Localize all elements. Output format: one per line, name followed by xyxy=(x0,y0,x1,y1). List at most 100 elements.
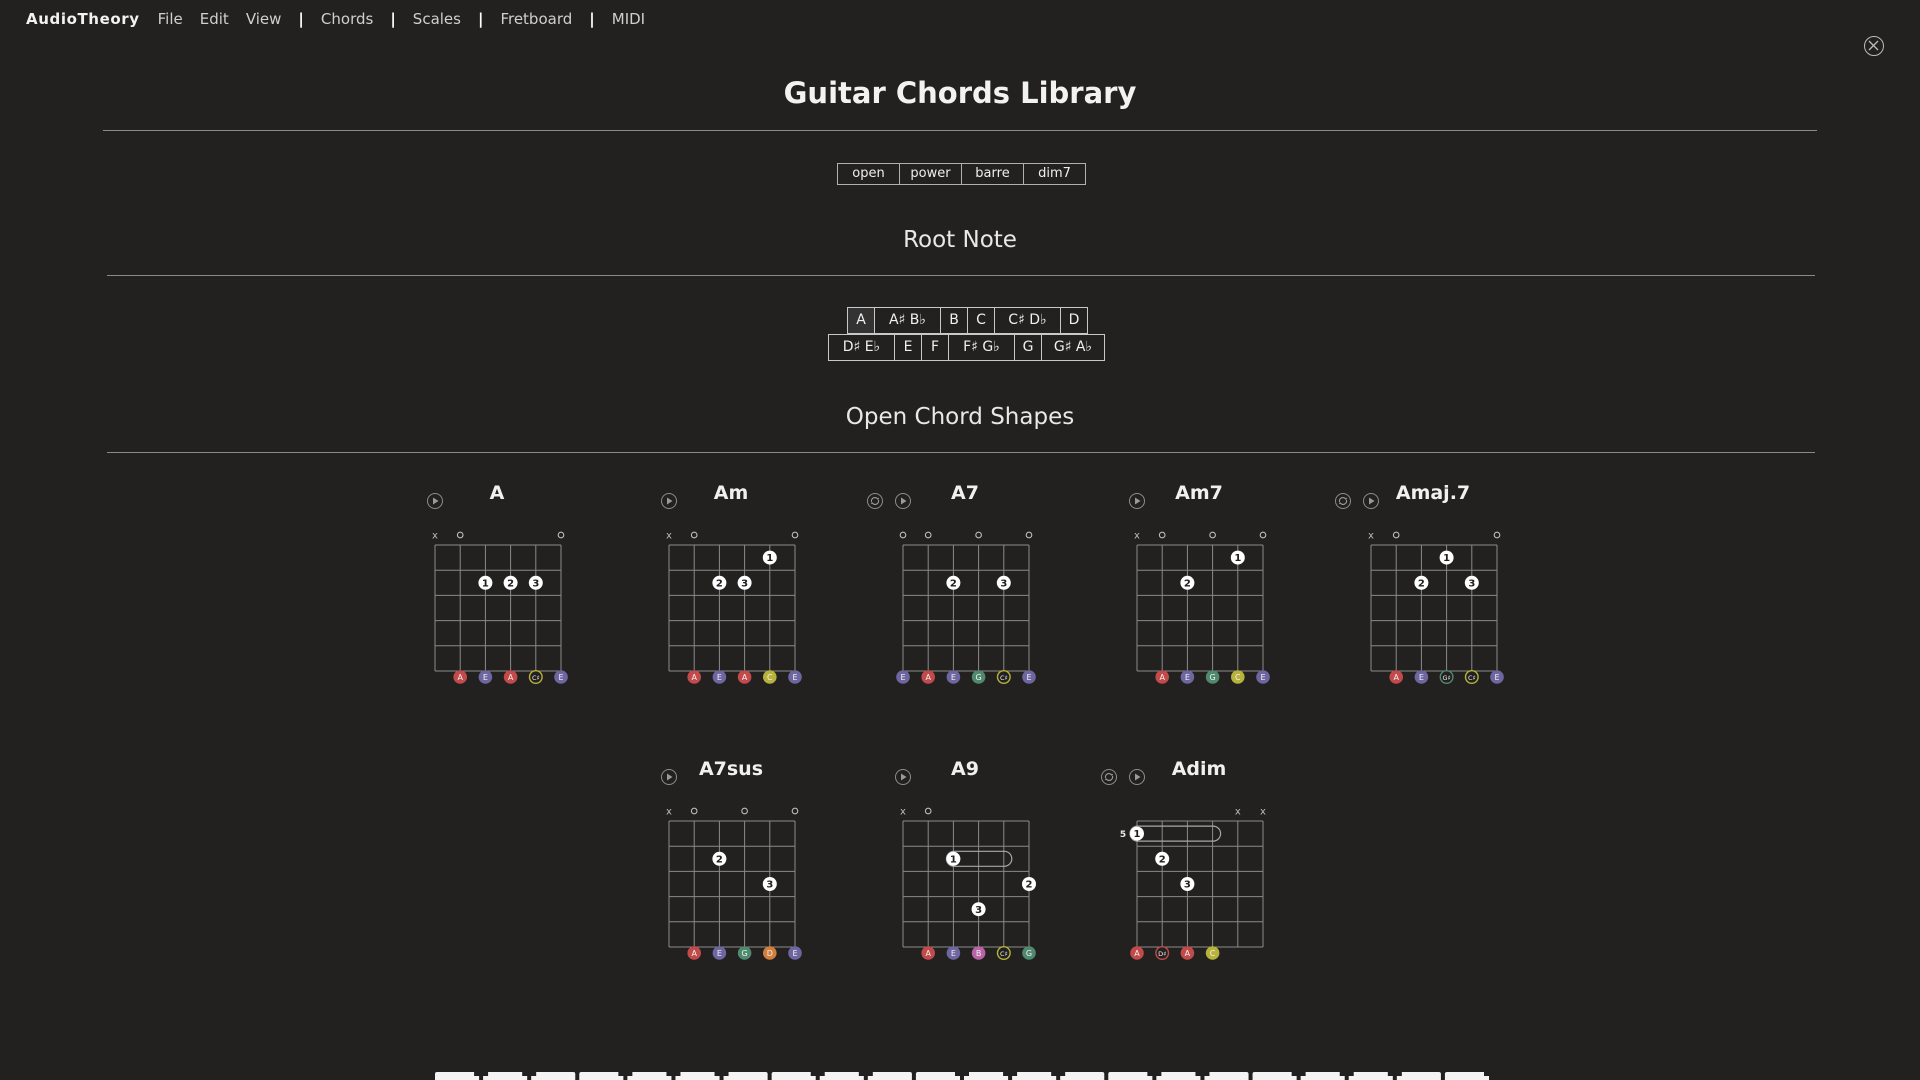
root-note-a-sharp[interactable]: A♯ B♭ xyxy=(875,308,941,333)
root-note-c-sharp[interactable]: C♯ D♭ xyxy=(995,308,1061,333)
svg-text:G: G xyxy=(975,673,981,682)
svg-text:E: E xyxy=(717,949,722,958)
chord-card-a[interactable]: Ax 1 2 3 A E A C♯ E xyxy=(397,482,597,695)
svg-text:3: 3 xyxy=(1000,578,1007,589)
svg-text:3: 3 xyxy=(1184,880,1191,891)
svg-text:G: G xyxy=(741,949,747,958)
menu-bar: AudioTheory File Edit View | Chords | Scales | F… xyxy=(26,8,662,30)
root-note-c[interactable]: C xyxy=(968,308,995,333)
svg-text:2: 2 xyxy=(1159,854,1166,865)
svg-text:2: 2 xyxy=(1184,578,1191,589)
svg-text:A: A xyxy=(1393,673,1399,682)
svg-text:A: A xyxy=(508,673,514,682)
root-note-heading: Root Note xyxy=(903,227,1017,253)
svg-text:E: E xyxy=(1185,673,1190,682)
tab-power[interactable]: power xyxy=(900,164,962,184)
root-note-g-sharp[interactable]: G♯ A♭ xyxy=(1042,335,1104,360)
svg-text:x: x xyxy=(666,531,672,542)
svg-text:5: 5 xyxy=(1120,830,1126,840)
svg-text:E: E xyxy=(951,949,956,958)
svg-text:1: 1 xyxy=(1234,553,1241,564)
page-title: Guitar Chords Library xyxy=(783,76,1137,110)
svg-text:A: A xyxy=(691,949,697,958)
menu-item-chords[interactable]: Chords xyxy=(321,10,373,28)
chord-card-a7sus[interactable]: A7sus x 2 3 A E G D E xyxy=(631,758,831,971)
shape-type-tabs: open power barre dim7 xyxy=(837,163,1086,185)
svg-text:2: 2 xyxy=(1026,880,1033,891)
svg-text:2: 2 xyxy=(716,578,723,589)
fretboard-diagram: 2 3 E A E G C♯ E xyxy=(896,531,1036,684)
chord-shapes-heading: Open Chord Shapes xyxy=(845,404,1075,430)
root-note-d[interactable]: D xyxy=(1061,308,1087,333)
menu-separator: | xyxy=(477,10,484,28)
svg-text:B: B xyxy=(976,949,982,958)
svg-text:1: 1 xyxy=(1134,829,1141,840)
svg-text:E: E xyxy=(792,949,797,958)
fretboard-diagram: x 1 2 3 A E B C♯ G xyxy=(900,807,1036,960)
fretboard-diagram: x 2 3 A E G D E xyxy=(666,807,802,960)
menu-separator: | xyxy=(390,10,396,28)
chord-card-amaj7[interactable]: Amaj.7 x 2 1 3 A E G♯ C♯ E xyxy=(1333,482,1533,695)
fretboard-diagram: x 2 1 3 A E G♯ C♯ E xyxy=(1368,531,1504,684)
fretboard-diagram: x 2 1 A E G C E xyxy=(1134,531,1270,684)
svg-text:A: A xyxy=(1185,949,1191,958)
tab-dim7[interactable]: dim7 xyxy=(1024,164,1085,184)
svg-text:A: A xyxy=(457,673,463,682)
chord-card-a9[interactable]: A9 x 1 2 3 A E B C♯ G xyxy=(865,758,1065,971)
svg-text:E: E xyxy=(717,673,722,682)
svg-text:C♯: C♯ xyxy=(1000,674,1008,682)
svg-text:1: 1 xyxy=(766,553,773,564)
chord-card-adim[interactable]: Adim x x 5 1 2 3 A D♯ A C xyxy=(1099,758,1299,971)
svg-text:A: A xyxy=(925,949,931,958)
svg-text:E: E xyxy=(1260,673,1265,682)
root-note-b[interactable]: B xyxy=(941,308,968,333)
svg-text:A: A xyxy=(925,673,931,682)
chord-card-am[interactable]: Am x 2 3 1 A E A C E xyxy=(631,482,831,695)
svg-text:x: x xyxy=(666,807,672,818)
chord-shapes-divider xyxy=(107,452,1815,453)
svg-text:x: x xyxy=(432,531,438,542)
menu-item-fretboard[interactable]: Fretboard xyxy=(500,10,572,28)
svg-text:E: E xyxy=(1026,673,1031,682)
chord-card-am7[interactable]: Am7 x 2 1 A E G C E xyxy=(1099,482,1299,695)
svg-text:2: 2 xyxy=(716,854,723,865)
svg-text:2: 2 xyxy=(950,578,957,589)
tab-barre[interactable]: barre xyxy=(962,164,1024,184)
menu-item-scales[interactable]: Scales xyxy=(413,10,461,28)
svg-text:E: E xyxy=(792,673,797,682)
svg-text:G♯: G♯ xyxy=(1443,674,1451,682)
menu-separator: | xyxy=(298,10,304,28)
svg-text:C: C xyxy=(1210,949,1216,958)
fretboard-diagram: x 2 3 1 A E A C E xyxy=(666,531,802,684)
tab-open[interactable]: open xyxy=(838,164,900,184)
svg-text:3: 3 xyxy=(975,905,982,916)
svg-text:C♯: C♯ xyxy=(1000,950,1008,958)
svg-text:3: 3 xyxy=(532,578,539,589)
menu-item-file[interactable]: File xyxy=(158,10,183,28)
root-note-e[interactable]: E xyxy=(895,335,922,360)
root-note-f-sharp[interactable]: F♯ G♭ xyxy=(949,335,1015,360)
menu-item-edit[interactable]: Edit xyxy=(200,10,229,28)
menu-item-midi[interactable]: MIDI xyxy=(612,10,645,28)
menu-separator: | xyxy=(589,10,595,28)
svg-text:G: G xyxy=(1209,673,1215,682)
fretboard-diagram: x x 5 1 2 3 A D♯ A C xyxy=(1120,807,1266,960)
svg-text:A: A xyxy=(1134,949,1140,958)
root-note-divider xyxy=(107,275,1815,276)
root-note-row-2: D♯ E♭ E F F♯ G♭ G G♯ A♭ xyxy=(828,334,1105,361)
root-note-g[interactable]: G xyxy=(1015,335,1042,360)
root-note-d-sharp[interactable]: D♯ E♭ xyxy=(829,335,895,360)
svg-text:3: 3 xyxy=(766,880,773,891)
root-note-a[interactable]: A xyxy=(848,308,875,333)
chord-card-a7[interactable]: A7 2 3 E A E G C♯ E xyxy=(865,482,1065,695)
svg-text:G: G xyxy=(1026,949,1032,958)
root-note-f[interactable]: F xyxy=(922,335,949,360)
app-brand: AudioTheory xyxy=(26,10,140,28)
svg-text:E: E xyxy=(1419,673,1424,682)
piano-keyboard[interactable] xyxy=(433,1068,1491,1080)
close-icon[interactable] xyxy=(1864,36,1884,56)
svg-text:A: A xyxy=(1159,673,1165,682)
menu-item-view[interactable]: View xyxy=(246,10,282,28)
svg-text:3: 3 xyxy=(1468,578,1475,589)
title-divider xyxy=(103,130,1817,131)
